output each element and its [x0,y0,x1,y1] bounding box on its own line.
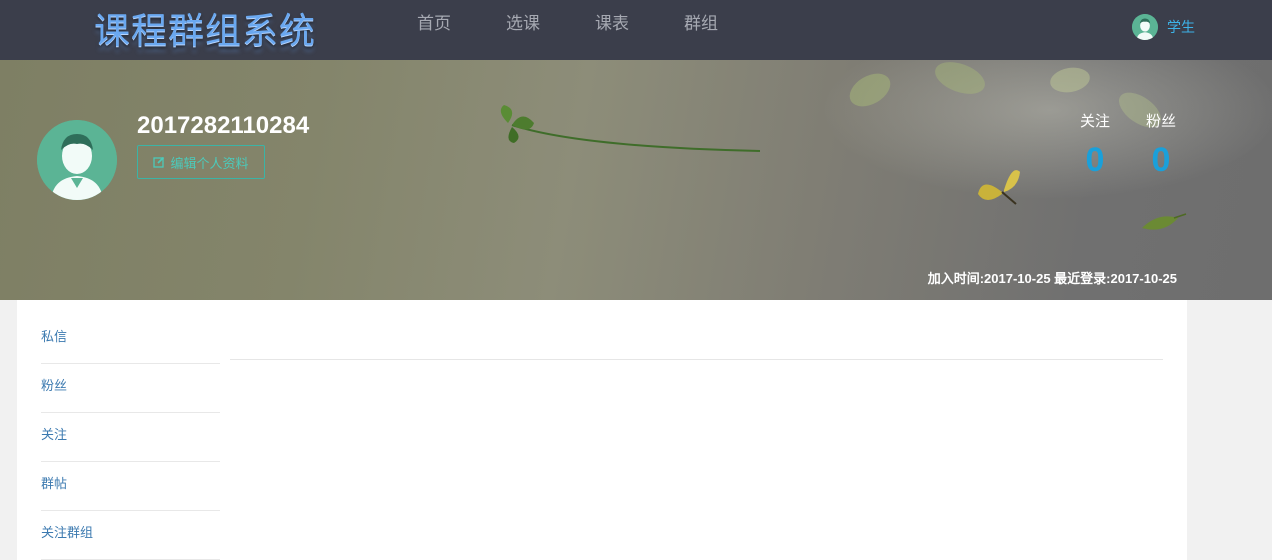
content-divider [230,359,1163,360]
sidebar-item-followed-groups[interactable]: 关注群组 [41,511,220,560]
edit-profile-label: 编辑个人资料 [170,156,249,172]
clover-sprig-decoration [500,105,761,152]
edit-icon [153,156,165,168]
student-id: 2017282110284 [137,112,310,139]
followers-label: 粉丝 [1145,112,1176,130]
user-menu[interactable]: 学生 [1132,14,1195,40]
join-login-dates: 加入时间:2017-10-25 最近登录:2017-10-25 [927,271,1177,286]
main-nav: 首页 选课 课表 群组 [400,0,773,60]
user-avatar-icon [37,120,117,200]
butterfly-decoration [978,170,1020,205]
profile-banner: 2017282110284 编辑个人资料 关注 0 粉丝 0 加入时间:2017… [0,60,1272,300]
nav-home[interactable]: 首页 [417,0,451,60]
top-navbar: 课程群组系统 首页 选课 课表 群组 学生 [0,0,1272,60]
site-logo[interactable]: 课程群组系统 [94,2,316,54]
following-label: 关注 [1079,112,1110,130]
profile-avatar[interactable] [37,120,117,200]
edit-profile-button[interactable]: 编辑个人资料 [137,145,265,179]
following-count: 0 [1085,141,1105,179]
nav-groups[interactable]: 群组 [684,0,718,60]
nav-course-selection[interactable]: 选课 [506,0,540,60]
falling-leaf-decoration [1142,213,1187,230]
followers-stat[interactable]: 粉丝 0 [1141,110,1181,180]
nav-timetable[interactable]: 课表 [595,0,629,60]
sidebar-item-following[interactable]: 关注 [41,413,220,462]
user-avatar-icon [1132,14,1158,40]
user-name[interactable]: 学生 [1167,17,1195,37]
sidebar-item-followers[interactable]: 粉丝 [41,364,220,413]
following-stat[interactable]: 关注 0 [1075,110,1115,180]
sidebar-item-messages[interactable]: 私信 [41,315,220,364]
content-panel: 私信 粉丝 关注 群帖 关注群组 [17,300,1187,560]
followers-count: 0 [1151,141,1171,179]
sidebar-item-group-posts[interactable]: 群帖 [41,462,220,511]
sidebar-menu: 私信 粉丝 关注 群帖 关注群组 [41,315,220,560]
